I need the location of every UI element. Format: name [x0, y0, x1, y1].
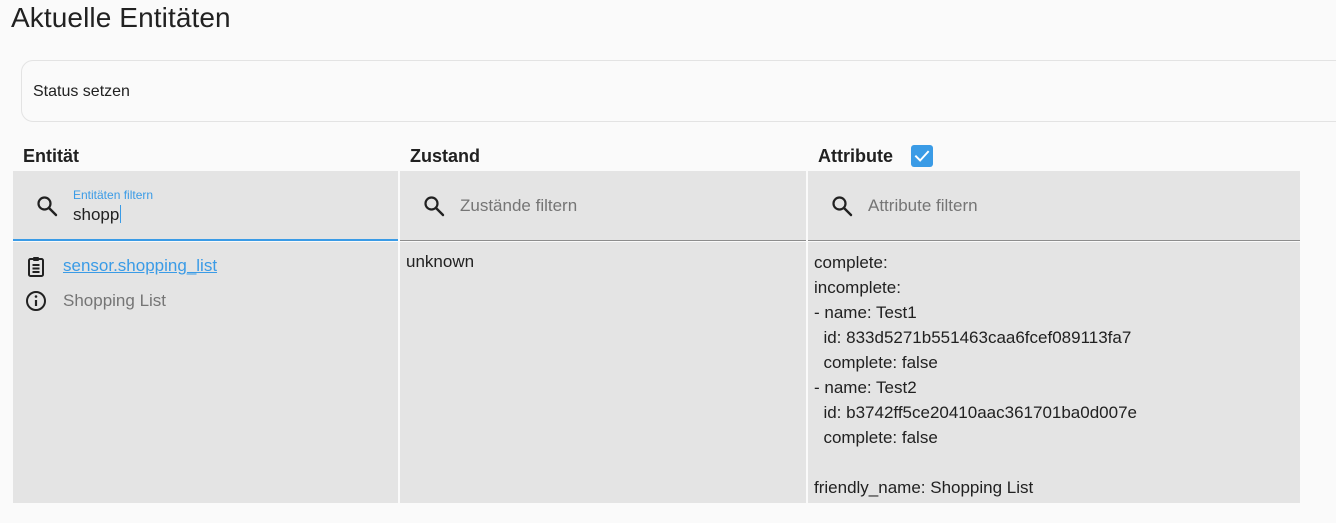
- info-icon[interactable]: [24, 289, 48, 313]
- state-value: unknown: [406, 252, 475, 271]
- clipboard-list-icon[interactable]: [24, 255, 48, 279]
- column-header-state: Zustand: [410, 146, 480, 166]
- attributes-value: complete: incomplete: - name: Test1 id: …: [814, 253, 1137, 497]
- state-filter[interactable]: Zustände filtern: [400, 171, 806, 241]
- attributes-cell: complete: incomplete: - name: Test1 id: …: [808, 242, 1300, 503]
- attributes-filter-placeholder: Attribute filtern: [868, 196, 978, 215]
- column-header-attributes: Attribute: [818, 146, 893, 166]
- entity-filter-input[interactable]: shopp: [73, 205, 122, 225]
- state-cell: unknown: [400, 242, 806, 503]
- search-icon: [37, 196, 58, 217]
- text-caret: [120, 205, 122, 223]
- entity-filter-value: shopp: [73, 205, 120, 224]
- state-filter-placeholder: Zustände filtern: [460, 196, 578, 215]
- attributes-checkbox[interactable]: [911, 145, 933, 167]
- entity-filter[interactable]: Entitäten filtern shopp: [13, 171, 398, 241]
- column-header-entity: Entität: [23, 146, 79, 166]
- entity-id-link[interactable]: sensor.shopping_list: [63, 256, 217, 276]
- page-title: Aktuelle Entitäten: [11, 2, 231, 33]
- attributes-filter[interactable]: Attribute filtern: [808, 171, 1300, 241]
- entity-friendly-name: Shopping List: [63, 291, 167, 310]
- search-icon: [424, 196, 445, 217]
- check-icon: [914, 150, 930, 162]
- entity-filter-label: Entitäten filtern: [73, 188, 154, 202]
- set-state-label: Status setzen: [33, 83, 130, 100]
- set-state-card[interactable]: Status setzen: [21, 60, 1336, 122]
- entity-cell: sensor.shopping_list Shopping List: [13, 242, 398, 503]
- search-icon: [832, 196, 853, 217]
